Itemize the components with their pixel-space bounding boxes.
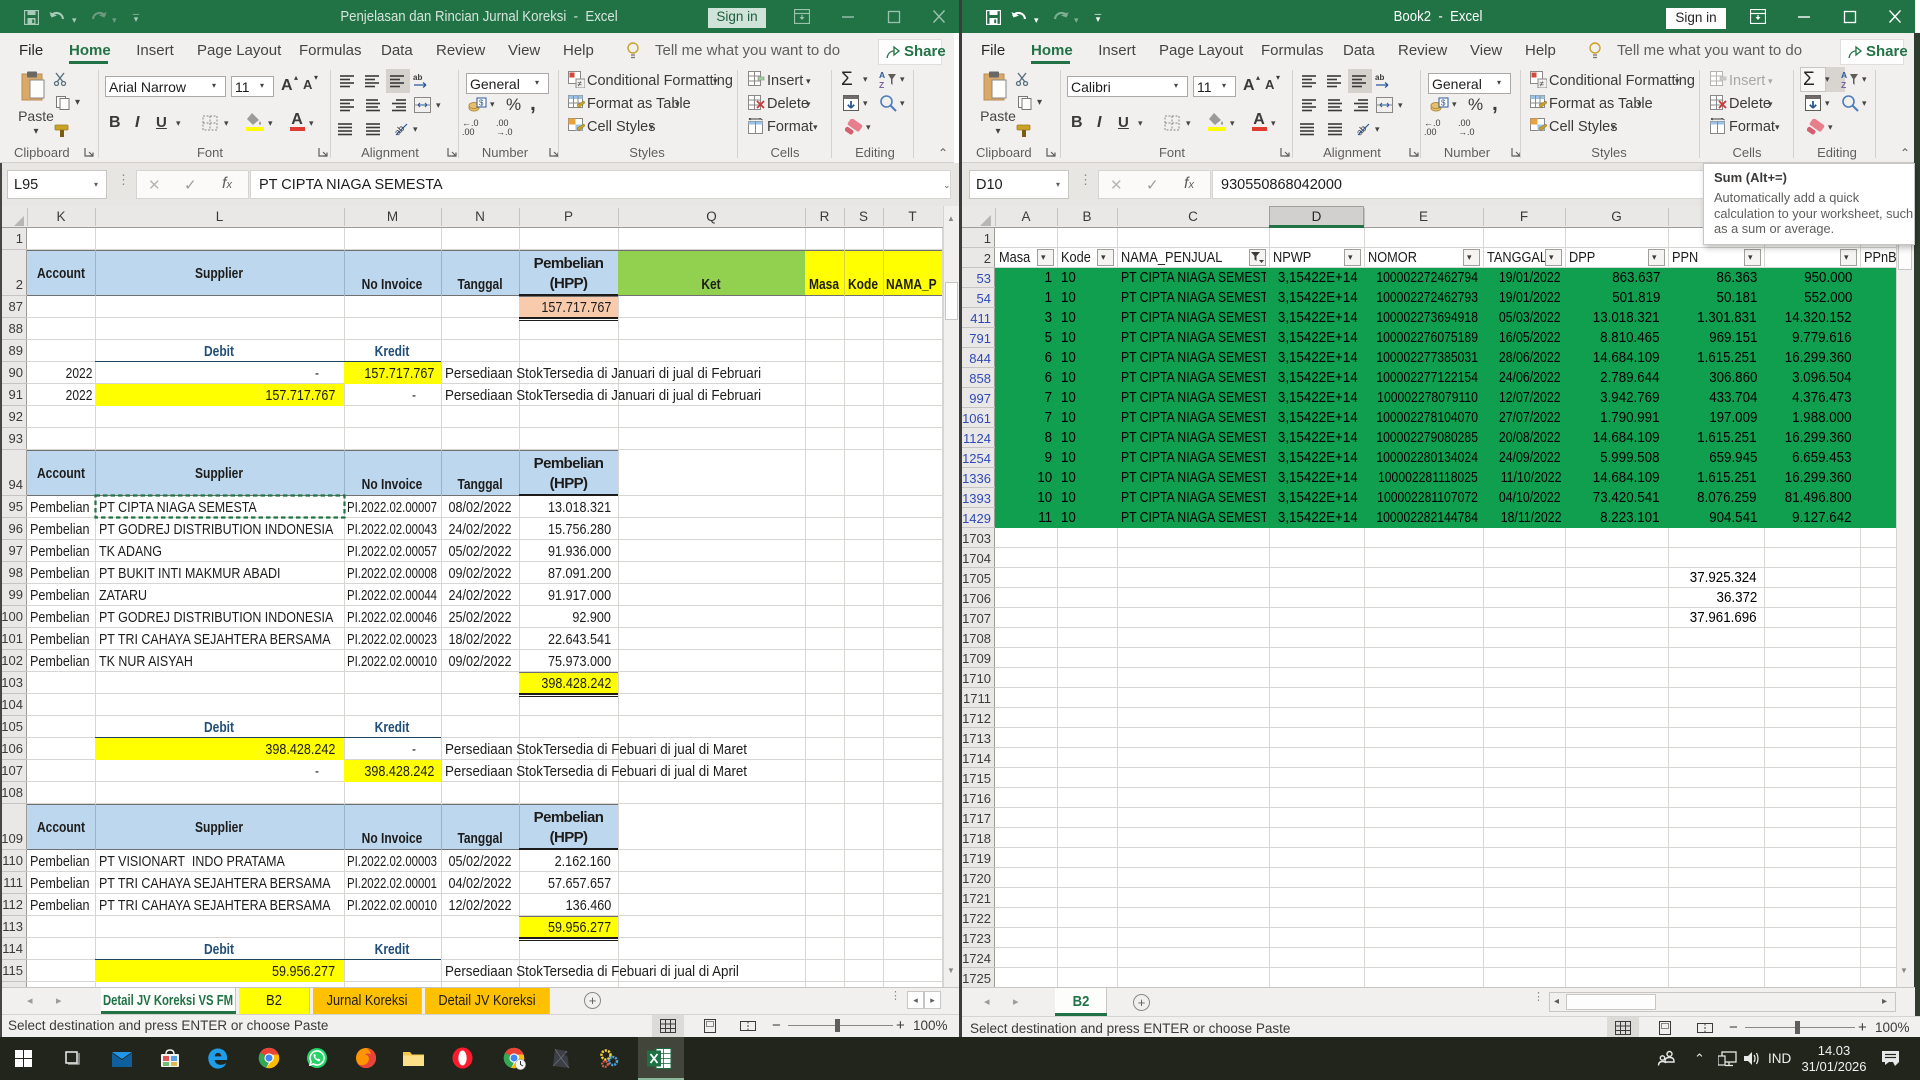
svg-text:A: A (879, 70, 885, 80)
svg-text:Z: Z (879, 80, 884, 89)
svg-text:Z: Z (1841, 80, 1846, 89)
svg-text:ab: ab (413, 73, 422, 82)
svg-text:A: A (1841, 70, 1847, 80)
svg-text:$: $ (479, 99, 484, 108)
svg-text:≠: ≠ (1540, 80, 1545, 89)
svg-text:ab: ab (1375, 73, 1384, 82)
svg-text:≠: ≠ (578, 80, 583, 89)
svg-text:$: $ (1441, 99, 1446, 108)
